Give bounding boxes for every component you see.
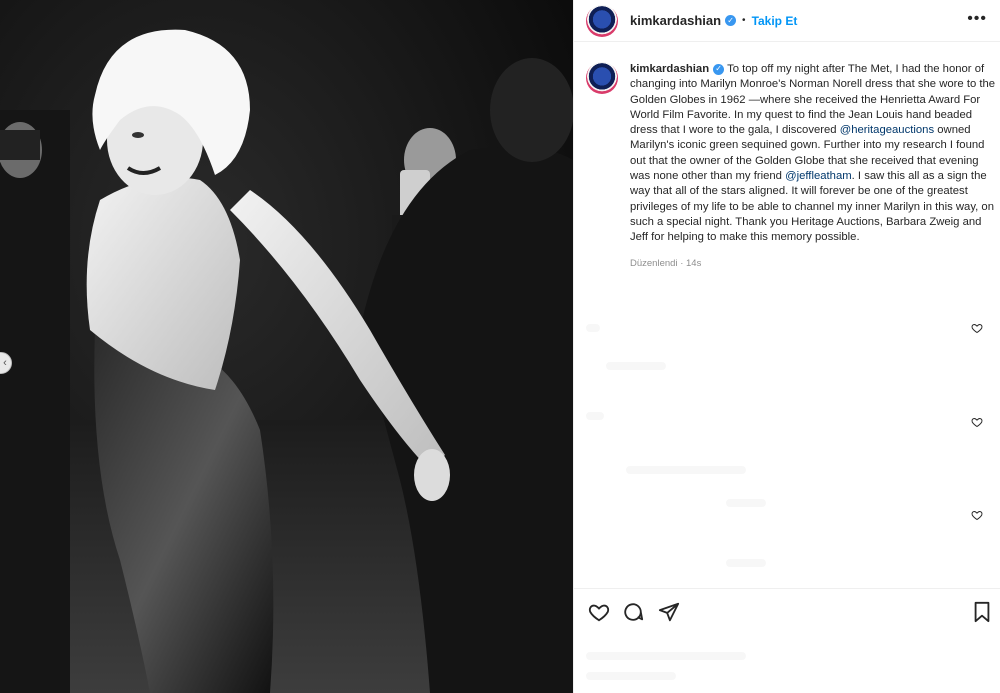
comment-row xyxy=(586,412,991,476)
comment-placeholder xyxy=(726,499,766,507)
edited-label: Düzenlendi xyxy=(630,257,678,269)
comment-row xyxy=(586,322,991,382)
bookmark-icon[interactable] xyxy=(972,601,992,623)
comment-icon[interactable] xyxy=(622,601,644,623)
timestamp[interactable]: 14s xyxy=(686,258,701,269)
comment-placeholder xyxy=(586,324,600,332)
comment-like-heart-icon[interactable] xyxy=(971,322,983,334)
comment-placeholder xyxy=(626,466,746,474)
post-caption: kimkardashian ✓ To top off my night after… xyxy=(586,62,995,269)
post-photo[interactable]: ‹ xyxy=(0,0,573,693)
share-icon[interactable] xyxy=(658,601,680,623)
comment-placeholder xyxy=(586,412,604,420)
verified-badge-icon: ✓ xyxy=(725,15,737,26)
post-actions-bar xyxy=(574,588,1000,638)
comment-placeholder xyxy=(606,362,666,370)
mention-link-heritageauctions[interactable]: @heritageauctions xyxy=(840,124,934,136)
caption-text: kimkardashian ✓ To top off my night after… xyxy=(630,62,1000,246)
post-side-panel: kimkardashian ✓ • Takip Et ••• kimkardas… xyxy=(573,0,1000,693)
post-header: kimkardashian ✓ • Takip Et ••• xyxy=(574,0,1000,42)
post-photo-image xyxy=(0,0,573,693)
more-options-icon[interactable]: ••• xyxy=(967,10,987,28)
likes-placeholder-line xyxy=(586,672,676,680)
meta-dot: · xyxy=(680,257,684,269)
caption-avatar[interactable] xyxy=(586,62,618,94)
caption-meta: Düzenlendi · 14s xyxy=(630,258,991,269)
caption-verified-badge-icon: ✓ xyxy=(713,63,725,75)
mention-link-jeffleatham[interactable]: @jeffleatham xyxy=(785,170,852,182)
comment-placeholder xyxy=(726,559,766,567)
header-separator: • xyxy=(742,15,746,26)
header-username[interactable]: kimkardashian xyxy=(630,13,721,28)
chevron-left-icon: ‹ xyxy=(3,357,7,369)
comment-like-heart-icon[interactable] xyxy=(971,416,983,428)
caption-username[interactable]: kimkardashian xyxy=(630,63,709,75)
heart-icon[interactable] xyxy=(588,601,610,623)
likes-placeholder xyxy=(586,648,986,688)
comment-like-heart-icon[interactable] xyxy=(971,509,983,521)
follow-button[interactable]: Takip Et xyxy=(752,14,798,28)
avatar[interactable] xyxy=(586,4,618,37)
likes-placeholder-line xyxy=(586,652,746,660)
comment-row xyxy=(586,499,991,569)
